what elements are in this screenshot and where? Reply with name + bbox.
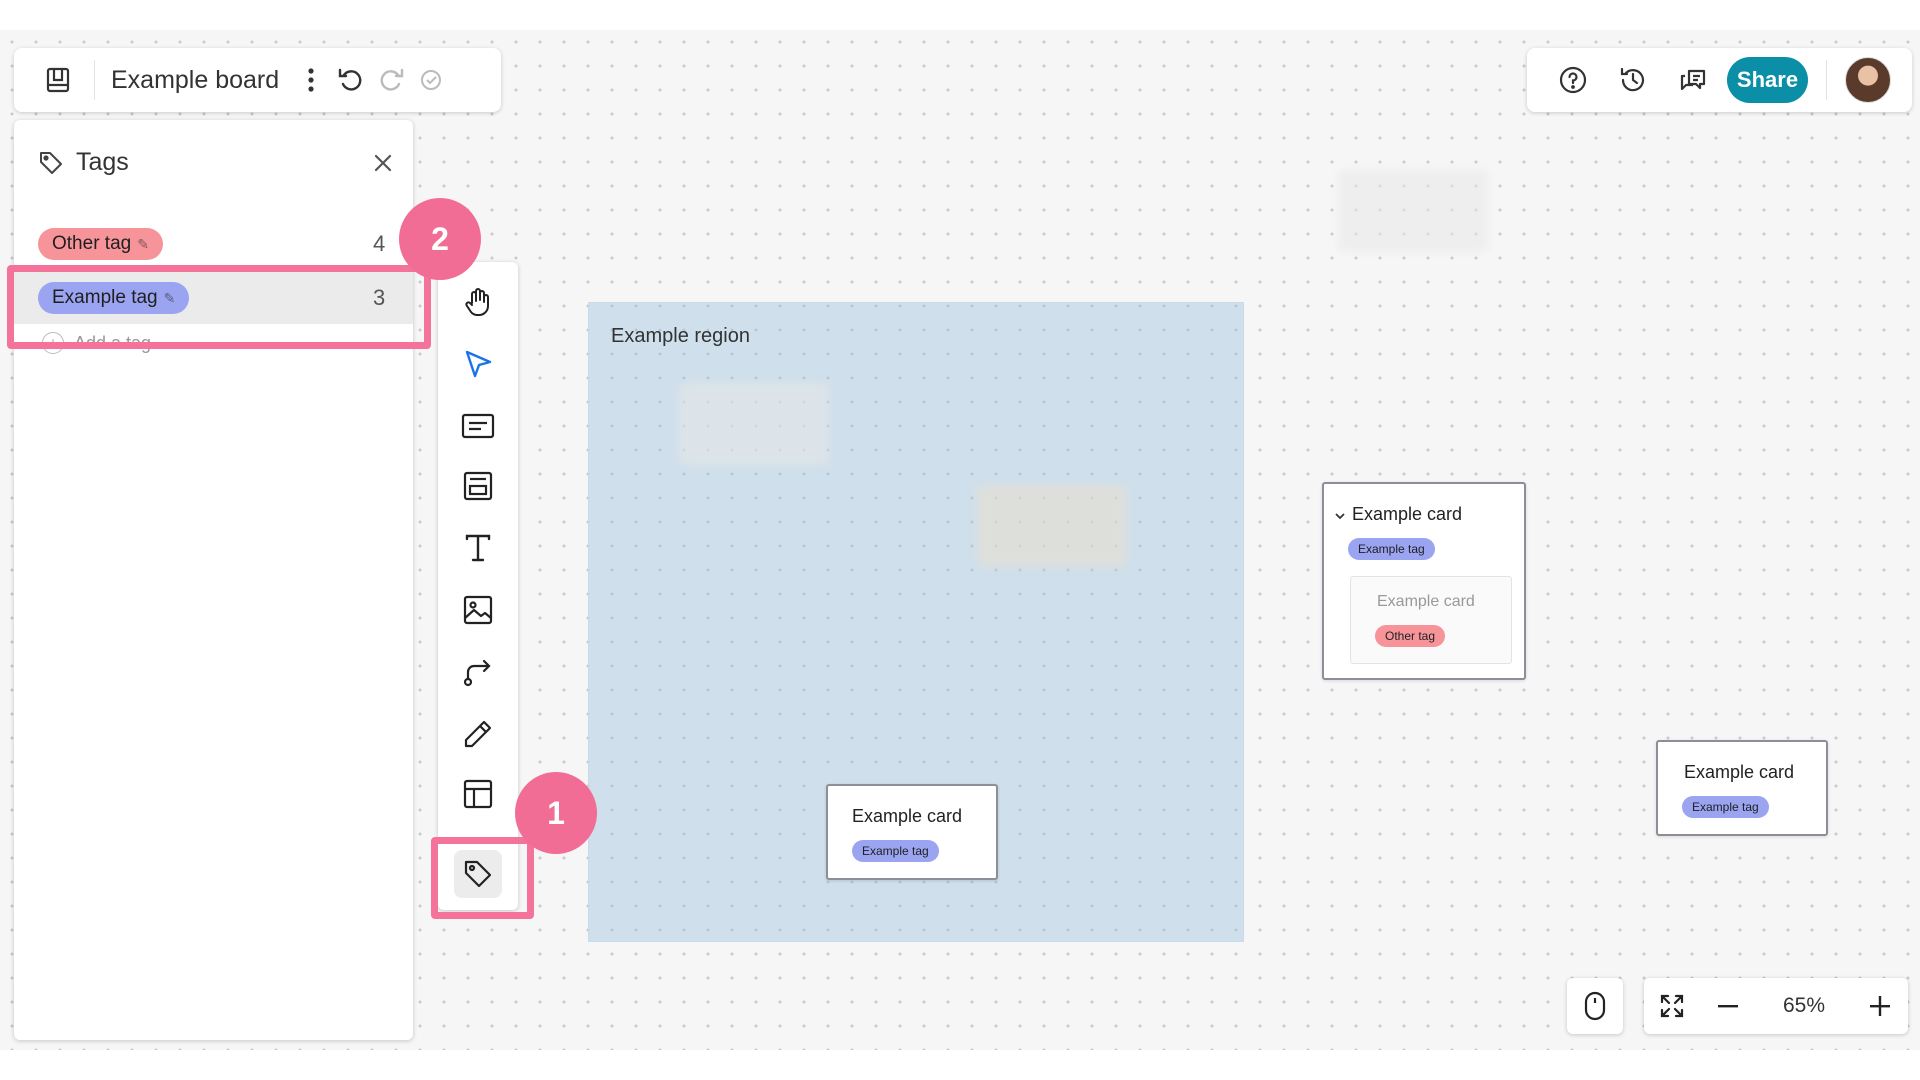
edit-pencil-icon[interactable]: ✎ [137, 236, 149, 253]
undo-icon[interactable] [331, 60, 371, 100]
callout-badge-1: 1 [515, 772, 597, 854]
fit-to-screen-icon[interactable] [1644, 978, 1700, 1034]
user-avatar[interactable] [1845, 57, 1891, 103]
tags-panel-title: Tags [76, 148, 129, 176]
callout-badge-2: 2 [399, 198, 481, 280]
mouse-icon [1584, 991, 1606, 1021]
comments-icon[interactable] [1673, 60, 1713, 100]
image-icon[interactable] [454, 586, 502, 634]
region-icon[interactable] [454, 462, 502, 510]
tag-list-item-example-tag[interactable]: Example tag ✎ 3 [14, 272, 413, 324]
tag-icon [40, 151, 62, 174]
tag-chip-example[interactable]: Example tag ✎ [38, 282, 190, 314]
saved-status-icon [411, 60, 451, 100]
tool-palette [438, 262, 518, 910]
header-divider-right [1826, 60, 1827, 100]
tag-label: Example tag [52, 287, 158, 308]
help-icon[interactable] [1553, 60, 1593, 100]
example-card[interactable]: Example card Example tag [1656, 740, 1828, 836]
region-title[interactable]: Example region [611, 325, 750, 348]
add-tag-label: Add a tag [74, 332, 152, 353]
card-icon[interactable] [454, 402, 502, 450]
template-icon[interactable] [454, 770, 502, 818]
blurred-card [977, 485, 1127, 567]
pen-icon[interactable] [454, 710, 502, 758]
tag-list-item-other-tag[interactable]: Other tag ✎ 4 [14, 218, 413, 270]
collab-bar: Share [1527, 48, 1912, 112]
tag-chip-other[interactable]: Other tag ✎ [38, 228, 163, 260]
blurred-card [679, 383, 829, 465]
child-card[interactable]: Example card Other tag [1350, 576, 1512, 664]
chevron-down-icon[interactable] [1334, 508, 1346, 526]
close-icon[interactable] [370, 150, 396, 176]
child-card-tag-chip[interactable]: Other tag [1375, 625, 1446, 647]
tags-panel-header: Tags [38, 148, 129, 177]
board-title[interactable]: Example board [95, 66, 291, 95]
card-title[interactable]: Example card [1352, 504, 1462, 525]
bottom-margin [0, 1050, 1920, 1080]
tag-count: 4 [373, 231, 386, 256]
plus-icon: + [42, 332, 64, 354]
example-card[interactable]: Example card Example tag [826, 784, 998, 880]
more-options-icon[interactable] [291, 60, 331, 100]
history-icon[interactable] [1613, 60, 1653, 100]
mouse-mode-button[interactable] [1567, 978, 1623, 1034]
example-card-with-child[interactable]: Example card Example tag Example card Ot… [1322, 482, 1526, 680]
zoom-out-icon[interactable] [1700, 978, 1756, 1034]
tag-icon[interactable] [454, 850, 502, 898]
board-menu-icon[interactable] [38, 60, 78, 100]
redo-icon[interactable] [371, 60, 411, 100]
tags-panel: Tags Other tag ✎ 4 Example tag ✎ 3 + Add… [14, 120, 413, 1040]
board-header: Example board [14, 48, 501, 112]
child-card-title[interactable]: Example card [1377, 593, 1475, 611]
card-tag-chip[interactable]: Example tag [1348, 538, 1435, 560]
hand-icon[interactable] [454, 278, 502, 326]
share-button[interactable]: Share [1727, 57, 1808, 103]
card-title[interactable]: Example card [1684, 762, 1794, 783]
text-icon[interactable] [454, 524, 502, 572]
zoom-level[interactable]: 65% [1756, 994, 1852, 1018]
zoom-in-icon[interactable] [1852, 978, 1908, 1034]
connector-icon[interactable] [454, 648, 502, 696]
card-title[interactable]: Example card [852, 806, 962, 827]
card-tag-chip[interactable]: Example tag [1682, 796, 1769, 818]
edit-pencil-icon[interactable]: ✎ [164, 290, 176, 307]
card-tag-chip[interactable]: Example tag [852, 840, 939, 862]
blurred-card [1338, 170, 1488, 252]
select-arrow-icon[interactable] [454, 340, 502, 388]
add-tag-button[interactable]: + Add a tag [42, 332, 151, 354]
tag-count: 3 [373, 285, 386, 310]
zoom-controls: 65% [1644, 978, 1908, 1034]
tag-label: Other tag [52, 233, 132, 254]
